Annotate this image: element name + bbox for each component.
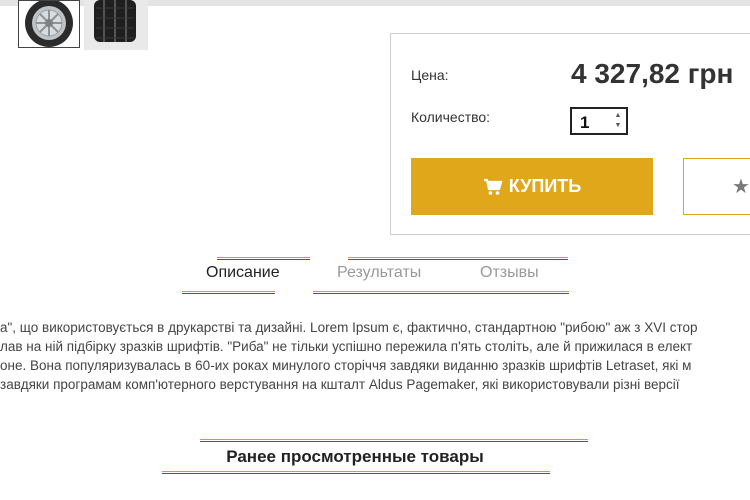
- quantity-up-icon[interactable]: ▲: [612, 111, 624, 121]
- section-decor-line: [200, 439, 588, 440]
- quantity-down-icon[interactable]: ▼: [612, 121, 624, 131]
- product-tabs: Описание Результаты Отзывы: [0, 255, 750, 295]
- description-line: а", що використовується в друкарстві та …: [0, 320, 698, 335]
- price-value: 4 327,82 грн: [571, 58, 734, 89]
- buy-button[interactable]: КУПИТЬ: [411, 158, 653, 215]
- wishlist-button[interactable]: ★: [683, 158, 750, 215]
- price-label: Цена:: [411, 67, 449, 83]
- tab-results[interactable]: Результаты: [337, 264, 421, 282]
- tab-description[interactable]: Описание: [206, 264, 280, 282]
- quantity-arrows[interactable]: ▲ ▼: [612, 111, 624, 131]
- tab-decor-line: [217, 259, 310, 260]
- tab-decor-line: [348, 257, 568, 258]
- section-decor-line: [162, 473, 550, 474]
- star-icon: ★: [732, 176, 750, 198]
- tab-decor-line: [182, 293, 275, 294]
- description-text: а", що використовується в друкарстві та …: [0, 318, 750, 394]
- description-line: лав на ній підбірку зразків шрифтів. "Ри…: [0, 339, 693, 354]
- tab-decor-line: [313, 293, 569, 294]
- section-decor-line: [162, 471, 550, 472]
- tab-decor-line: [182, 291, 275, 292]
- quantity-stepper[interactable]: 1 ▲ ▼: [570, 107, 628, 135]
- quantity-value: 1: [580, 113, 590, 132]
- thumbnail-tire-side[interactable]: [18, 0, 80, 48]
- product-thumbnails: [18, 0, 152, 50]
- buy-box: Цена: 4 327,82 грн Количество: 1 ▲ ▼ КУП…: [390, 33, 750, 235]
- buy-button-label: КУПИТЬ: [508, 176, 582, 196]
- tab-decor-line: [217, 257, 310, 258]
- section-decor-line: [200, 441, 588, 442]
- description-line: завдяки програмам комп'ютерного верстува…: [0, 377, 680, 392]
- cart-icon: [483, 178, 503, 195]
- tire-tread-image: [94, 0, 136, 42]
- description-line: оне. Вона популяризувалась в 60-их роках…: [0, 358, 692, 373]
- tab-decor-line: [348, 259, 568, 260]
- quantity-label: Количество:: [411, 109, 491, 125]
- tire-side-image: [25, 1, 73, 47]
- thumbnail-tire-tread[interactable]: [84, 0, 148, 50]
- tab-reviews[interactable]: Отзывы: [480, 264, 539, 282]
- recently-viewed-title: Ранее просмотренные товары: [226, 447, 484, 466]
- tab-decor-line: [313, 291, 569, 292]
